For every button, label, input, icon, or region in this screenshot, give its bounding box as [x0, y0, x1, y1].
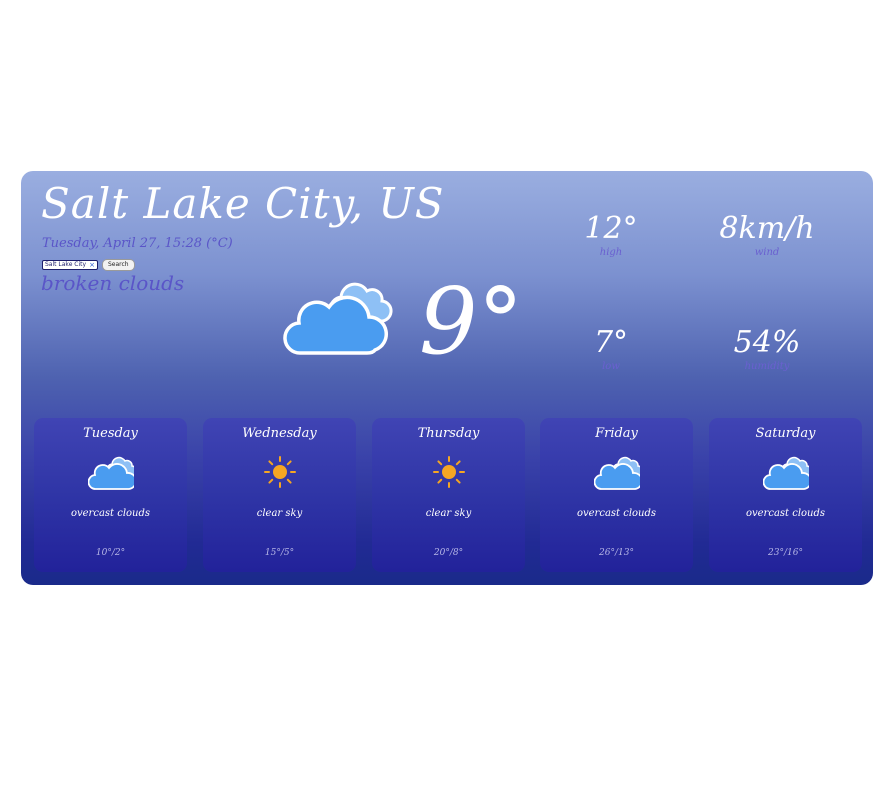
high-label: high	[599, 247, 623, 258]
search-bar: Salt Lake City × Search	[42, 259, 135, 271]
sun-icon	[432, 456, 465, 488]
stat-humidity: 54% humidity	[707, 325, 827, 372]
humidity-value: 54%	[733, 325, 801, 360]
forecast-card: Friday overcast clouds 26°/13°	[540, 418, 693, 572]
forecast-range: 10°/2°	[95, 548, 126, 558]
forecast-description: clear sky	[425, 508, 472, 519]
weather-card: Salt Lake City, US Tuesday, April 27, 15…	[21, 171, 873, 585]
sun-icon	[263, 456, 296, 488]
forecast-card: Tuesday overcast clouds 10°/2°	[34, 418, 187, 572]
stat-wind: 8km/h wind	[707, 211, 827, 258]
forecast-card: Thursday clear sky 20°/8°	[372, 418, 525, 572]
forecast-range: 23°/16°	[768, 548, 803, 558]
cloud-icon	[762, 456, 809, 490]
forecast-day: Saturday	[755, 426, 816, 441]
cloud-icon	[593, 456, 640, 490]
forecast-range: 15°/5°	[264, 548, 295, 558]
forecast-card: Saturday overcast clouds 23°/16°	[709, 418, 862, 572]
cloud-icon	[87, 456, 134, 490]
forecast-description: overcast clouds	[70, 508, 151, 519]
search-input[interactable]: Salt Lake City ×	[42, 260, 98, 270]
weather-description: broken clouds	[41, 271, 185, 295]
forecast-range: 26°/13°	[599, 548, 634, 558]
forecast-day: Tuesday	[83, 426, 138, 441]
low-value: 7°	[593, 325, 629, 360]
date-line: Tuesday, April 27, 15:28 (°C)	[42, 236, 233, 251]
wind-label: wind	[754, 247, 780, 258]
forecast-day: Wednesday	[242, 426, 317, 441]
humidity-label: humidity	[744, 361, 790, 372]
current-temperature: 9°	[419, 268, 524, 375]
cloud-icon	[283, 282, 393, 355]
low-label: low	[602, 361, 620, 372]
clear-icon[interactable]: ×	[89, 261, 95, 269]
high-value: 12°	[584, 211, 638, 246]
location-title: Salt Lake City, US	[41, 179, 445, 228]
wind-value: 8km/h	[719, 211, 815, 246]
stat-high: 12° high	[551, 211, 671, 258]
stat-low: 7° low	[551, 325, 671, 372]
search-button[interactable]: Search	[102, 259, 135, 271]
search-input-value: Salt Lake City	[45, 261, 87, 268]
forecast-day: Friday	[595, 426, 638, 441]
forecast-description: clear sky	[256, 508, 303, 519]
forecast-day: Thursday	[417, 426, 480, 441]
forecast-card: Wednesday clear sky 15°/5°	[203, 418, 356, 572]
forecast-description: overcast clouds	[745, 508, 826, 519]
forecast-range: 20°/8°	[433, 548, 464, 558]
forecast-description: overcast clouds	[576, 508, 657, 519]
